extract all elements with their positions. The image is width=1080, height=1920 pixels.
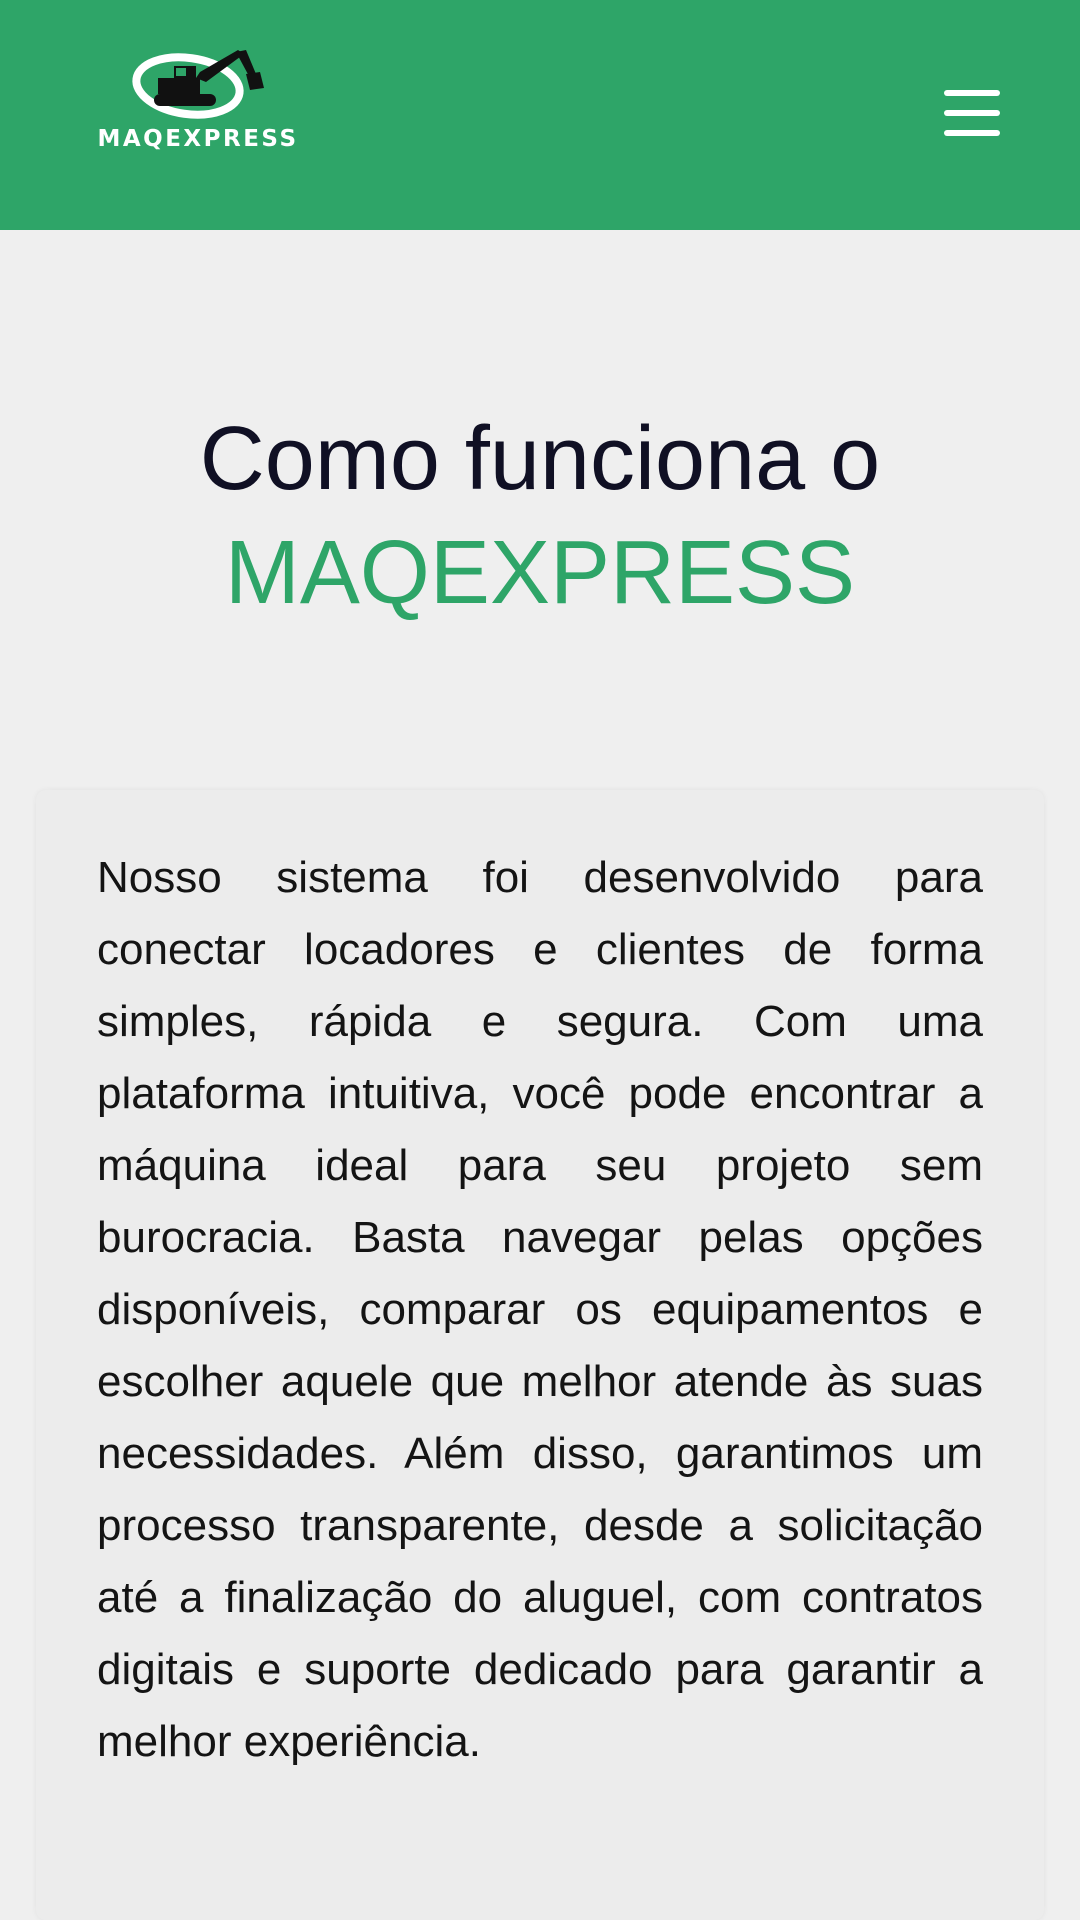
description-paragraph: Nosso sistema foi desenvolvido para cone… bbox=[97, 853, 983, 1766]
excavator-logo-icon bbox=[132, 50, 264, 119]
hero-section: Como funciona o MAQEXPRESS bbox=[0, 402, 1080, 630]
logo-text: MAQEXPRESS bbox=[97, 126, 299, 152]
page-title-brand: MAQEXPRESS bbox=[224, 523, 856, 623]
page-title: Como funciona o MAQEXPRESS bbox=[0, 402, 1080, 630]
description-card: Nosso sistema foi desenvolvido para cone… bbox=[36, 790, 1044, 1920]
site-header: MAQEXPRESS bbox=[0, 0, 1080, 230]
maqexpress-logo[interactable]: MAQEXPRESS bbox=[88, 44, 308, 159]
page-title-line1: Como funciona o bbox=[199, 409, 881, 509]
menu-button[interactable] bbox=[936, 86, 1000, 140]
